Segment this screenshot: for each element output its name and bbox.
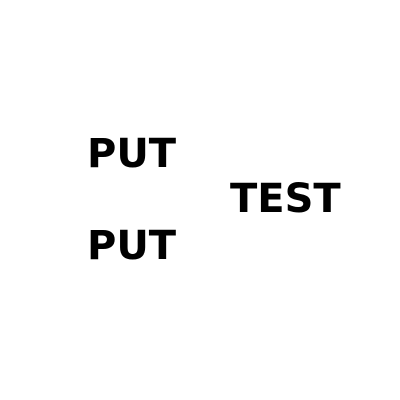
word-put-top: PUT <box>87 131 177 177</box>
word-test: TEST <box>230 176 341 222</box>
word-put-bottom: PUT <box>87 223 177 269</box>
